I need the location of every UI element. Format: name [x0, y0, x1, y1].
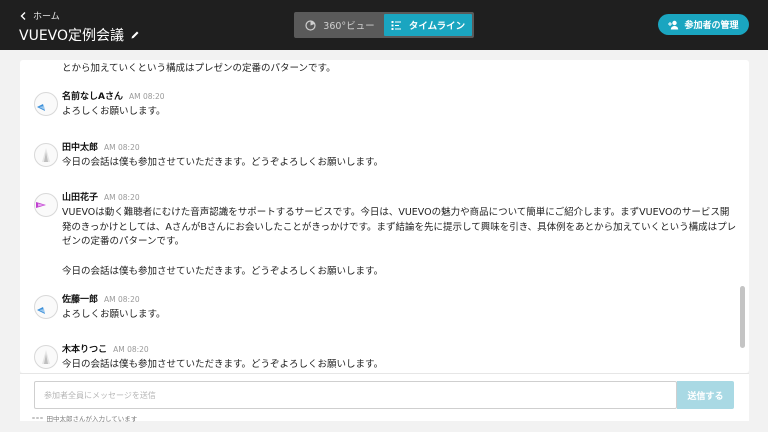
- avatar: [34, 193, 58, 217]
- message-body: 今日の会話は僕も参加させていただきます。どうぞよろしくお願いします。: [62, 358, 738, 373]
- sender-name: 山田花子: [62, 190, 98, 203]
- message-header: 田中太郎 AM 08:20: [62, 140, 140, 153]
- participant-marker-icon: [35, 93, 57, 115]
- avatar: [34, 143, 58, 167]
- partial-message-text: とから加えていくという構成はプレゼンの定番のパターンです。: [62, 60, 336, 74]
- message-header: 名前なしAさん AM 08:20: [62, 89, 165, 102]
- message-composer: 参加者全員にメッセージを送信 送信する 田中太郎さんが入力しています: [20, 373, 749, 421]
- message-header: 山田花子 AM 08:20: [62, 190, 140, 203]
- meeting-title-text: VUEVO定例会議: [19, 25, 124, 45]
- tab-360-view-label: 360°ビュー: [323, 18, 374, 32]
- message-time: AM 08:20: [104, 143, 140, 152]
- back-label: ホーム: [33, 9, 60, 22]
- tab-timeline[interactable]: タイムライン: [384, 14, 472, 36]
- add-user-icon: [668, 20, 679, 30]
- message-time: AM 08:20: [104, 295, 140, 304]
- typing-indicator: 田中太郎さんが入力しています: [32, 413, 137, 423]
- avatar: [34, 92, 58, 116]
- message-body: 今日の会話は僕も参加させていただきます。どうぞよろしくお願いします。: [62, 156, 738, 171]
- pencil-icon[interactable]: [130, 30, 140, 40]
- top-bar: ホーム VUEVO定例会議 360°ビュー タイムライン 参加者の管理: [0, 0, 768, 50]
- typing-indicator-text: 田中太郎さんが入力しています: [47, 413, 138, 423]
- typing-dots-icon: [32, 417, 43, 420]
- avatar: [34, 345, 58, 369]
- message-time: AM 08:20: [113, 345, 149, 354]
- message-body: VUEVOは動く難聴者にむけた音声認識をサポートするサービスです。今日は、VUE…: [62, 206, 738, 279]
- message-body: よろしくお願いします。: [62, 105, 738, 120]
- message-input[interactable]: 参加者全員にメッセージを送信: [34, 381, 677, 409]
- sender-name: 木本りつこ: [62, 342, 107, 355]
- timeline-icon: [391, 20, 402, 31]
- send-button-label: 送信する: [687, 389, 723, 402]
- avatar: [34, 295, 58, 319]
- message-time: AM 08:20: [129, 92, 165, 101]
- sender-name: 名前なしAさん: [62, 89, 123, 102]
- manage-participants-button[interactable]: 参加者の管理: [658, 14, 749, 35]
- send-button[interactable]: 送信する: [677, 381, 734, 409]
- participant-marker-icon: [35, 296, 57, 318]
- message-text: 今日の会話は僕も参加させていただきます。どうぞよろしくお願いします。: [62, 156, 738, 171]
- message-text: よろしくお願いします。: [62, 308, 738, 323]
- participant-marker-icon: [35, 144, 57, 166]
- message-text: 今日の会話は僕も参加させていただきます。どうぞよろしくお願いします。: [62, 358, 738, 373]
- sender-name: 田中太郎: [62, 140, 98, 153]
- tab-360-view[interactable]: 360°ビュー: [296, 14, 384, 36]
- message-text: 今日の会話は僕も参加させていただきます。どうぞよろしくお願いします。: [62, 265, 738, 280]
- sender-name: 佐藤一郎: [62, 292, 98, 305]
- tab-timeline-label: タイムライン: [409, 18, 465, 32]
- 360-view-icon: [305, 20, 316, 31]
- back-link[interactable]: ホーム: [20, 9, 60, 22]
- message-text: VUEVOは動く難聴者にむけた音声認識をサポートするサービスです。今日は、VUE…: [62, 206, 738, 250]
- scrollbar[interactable]: [740, 286, 745, 348]
- timeline-panel[interactable]: とから加えていくという構成はプレゼンの定番のパターンです。 名前なしAさん AM…: [20, 60, 749, 373]
- message-header: 木本りつこ AM 08:20: [62, 342, 149, 355]
- message-header: 佐藤一郎 AM 08:20: [62, 292, 140, 305]
- participant-marker-icon: [35, 346, 57, 368]
- chevron-left-icon: [20, 12, 27, 20]
- manage-participants-label: 参加者の管理: [684, 18, 738, 31]
- message-time: AM 08:20: [104, 193, 140, 202]
- view-switcher: 360°ビュー タイムライン: [294, 12, 474, 38]
- message-text: よろしくお願いします。: [62, 105, 738, 120]
- meeting-title: VUEVO定例会議: [19, 25, 140, 45]
- message-body: よろしくお願いします。: [62, 308, 738, 323]
- participant-marker-icon: [35, 194, 57, 216]
- message-input-placeholder: 参加者全員にメッセージを送信: [44, 390, 156, 401]
